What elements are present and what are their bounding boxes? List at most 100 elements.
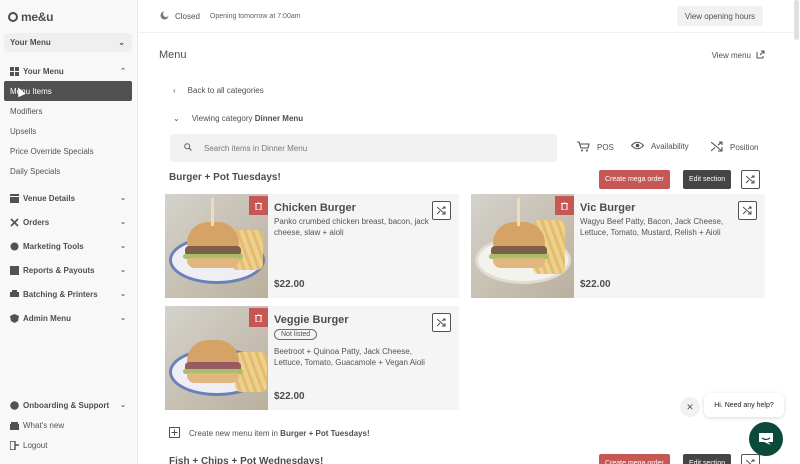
reorder-item-button[interactable] [432,201,451,220]
menu-item-name: Vic Burger [580,202,636,214]
create-mega-order-button[interactable]: Create mega order [599,170,670,189]
viewing-category[interactable]: ⌄ Viewing category Dinner Menu [173,114,303,123]
sidebar-item-label: Reports & Payouts [23,265,95,275]
chevron-left-icon: ‹ [173,86,176,95]
reorder-item-button[interactable] [738,201,757,220]
chart-icon [9,265,19,275]
external-link-icon [756,50,765,61]
plus-box-icon [169,427,180,440]
chevron-down-icon: ⌄ [120,195,126,202]
menu-select[interactable]: Your Menu ⌄ [4,33,132,52]
reorder-section-button[interactable] [741,454,760,464]
sidebar-item-label: Venue Details [23,193,76,203]
sidebar-item-label: Admin Menu [23,313,71,323]
menu-item-price: $22.00 [274,279,305,290]
sidebar-item-label: Marketing Tools [23,241,84,251]
menu-item-price: $22.00 [580,279,611,290]
eye-icon [630,141,645,152]
sidebar-item-upsells[interactable]: Upsells [0,121,138,141]
sidebar-item-label: Logout [23,440,48,450]
view-menu-label: View menu [711,51,751,60]
search-input[interactable]: Search items in Dinner Menu [170,134,557,162]
shuffle-icon [710,141,723,154]
search-icon [184,143,192,153]
sidebar-item-venue-details[interactable]: Venue Details ⌄ [0,186,138,210]
shuffle-icon [746,459,755,464]
sidebar-item-orders[interactable]: Orders ⌄ [0,210,138,234]
store-icon [9,193,19,203]
section-title: Fish + Chips + Pot Wednesdays! [169,456,324,464]
menu-item-description: Panko crumbed chicken breast, bacon, jac… [274,217,429,237]
reorder-item-button[interactable] [432,313,451,332]
menu-item-name: Veggie Burger [274,314,349,326]
create-mega-order-button[interactable]: Create mega order [599,454,670,464]
menu-item-card[interactable]: Chicken Burger Panko crumbed chicken bre… [165,194,459,298]
logout-icon [9,440,19,450]
viewing-prefix: Viewing category [191,114,253,123]
menu-item-card[interactable]: Vic Burger Wagyu Beef Patty, Bacon, Jack… [471,194,765,298]
sidebar-item-logout[interactable]: Logout [0,435,138,455]
close-chat-button[interactable]: ✕ [680,397,700,417]
position-button[interactable]: Position [710,141,758,154]
delete-item-button[interactable] [555,196,574,215]
trash-icon [561,201,568,210]
sidebar-item-whats-new[interactable]: What's new [0,415,138,435]
sidebar-item-daily-specials[interactable]: Daily Specials [0,161,138,181]
delete-item-button[interactable] [249,308,268,327]
sidebar-item-modifiers[interactable]: Modifiers [0,101,138,121]
shuffle-icon [746,175,755,184]
sidebar: me&u Your Menu ⌄ Your Menu ⌃ Menu Items … [0,0,138,464]
sidebar-item-onboarding[interactable]: Onboarding & Support ⌄ [0,395,138,415]
chevron-down-icon: ⌄ [120,267,126,274]
utensils-icon [9,217,19,227]
shield-icon [9,313,19,323]
sidebar-item-reports-payouts[interactable]: Reports & Payouts ⌄ [0,258,138,282]
menu-item-price: $22.00 [274,391,305,402]
menu-item-name: Chicken Burger [274,202,356,214]
chevron-down-icon: ⌄ [118,38,125,47]
chat-greeting[interactable]: Hi. Need any help? [704,393,784,417]
sidebar-item-batching-printers[interactable]: Batching & Printers ⌄ [0,282,138,306]
logo[interactable]: me&u [8,10,53,24]
sidebar-item-label: Onboarding & Support [23,400,110,410]
shuffle-icon [437,206,446,215]
back-label: Back to all categories [187,86,264,95]
shuffle-icon [743,206,752,215]
gift-icon [9,420,19,430]
viewing-label: Viewing category Dinner Menu [192,114,303,123]
sidebar-item-your-menu[interactable]: Your Menu ⌃ [0,61,138,81]
chevron-down-icon: ⌄ [120,243,126,250]
status-text: Closed [175,11,200,21]
back-to-categories-link[interactable]: ‹ Back to all categories [173,86,264,95]
chat-icon [759,433,773,445]
edit-section-button[interactable]: Edit section [683,170,732,189]
view-opening-hours-button[interactable]: View opening hours [676,6,763,26]
grid-icon [9,66,19,76]
availability-button[interactable]: Availability [630,141,689,152]
chevron-up-icon: ⌃ [120,68,126,75]
close-icon: ✕ [686,401,694,412]
not-listed-badge: Not listed [274,329,318,340]
create-item-label: Create new menu item in Burger + Pot Tue… [189,429,370,438]
chevron-down-icon: ⌄ [173,114,180,123]
reorder-section-button[interactable] [741,170,760,189]
pos-button[interactable]: POS [577,141,614,154]
sidebar-item-admin-menu[interactable]: Admin Menu ⌄ [0,306,138,330]
chevron-down-icon: ⌄ [120,219,126,226]
create-item-prefix: Create new menu item in [189,429,278,438]
chevron-down-icon: ⌄ [120,315,126,322]
chat-launcher-button[interactable] [749,422,783,456]
edit-section-button[interactable]: Edit section [683,454,732,464]
menu-item-card[interactable]: Veggie Burger Not listed Beetroot + Quin… [165,306,459,410]
page-title: Menu [159,49,187,61]
create-menu-item-link[interactable]: Create new menu item in Burger + Pot Tue… [169,427,370,440]
scrollbar[interactable] [794,0,799,40]
venue-status: Closed Opening tomorrow at 7:00am [160,10,301,22]
megaphone-icon [9,241,19,251]
view-menu-link[interactable]: View menu [712,50,765,61]
pos-label: POS [597,143,614,152]
sidebar-item-price-override[interactable]: Price Override Specials [0,141,138,161]
top-bar: Closed Opening tomorrow at 7:00am View o… [138,0,800,33]
delete-item-button[interactable] [249,196,268,215]
sidebar-item-marketing-tools[interactable]: Marketing Tools ⌄ [0,234,138,258]
